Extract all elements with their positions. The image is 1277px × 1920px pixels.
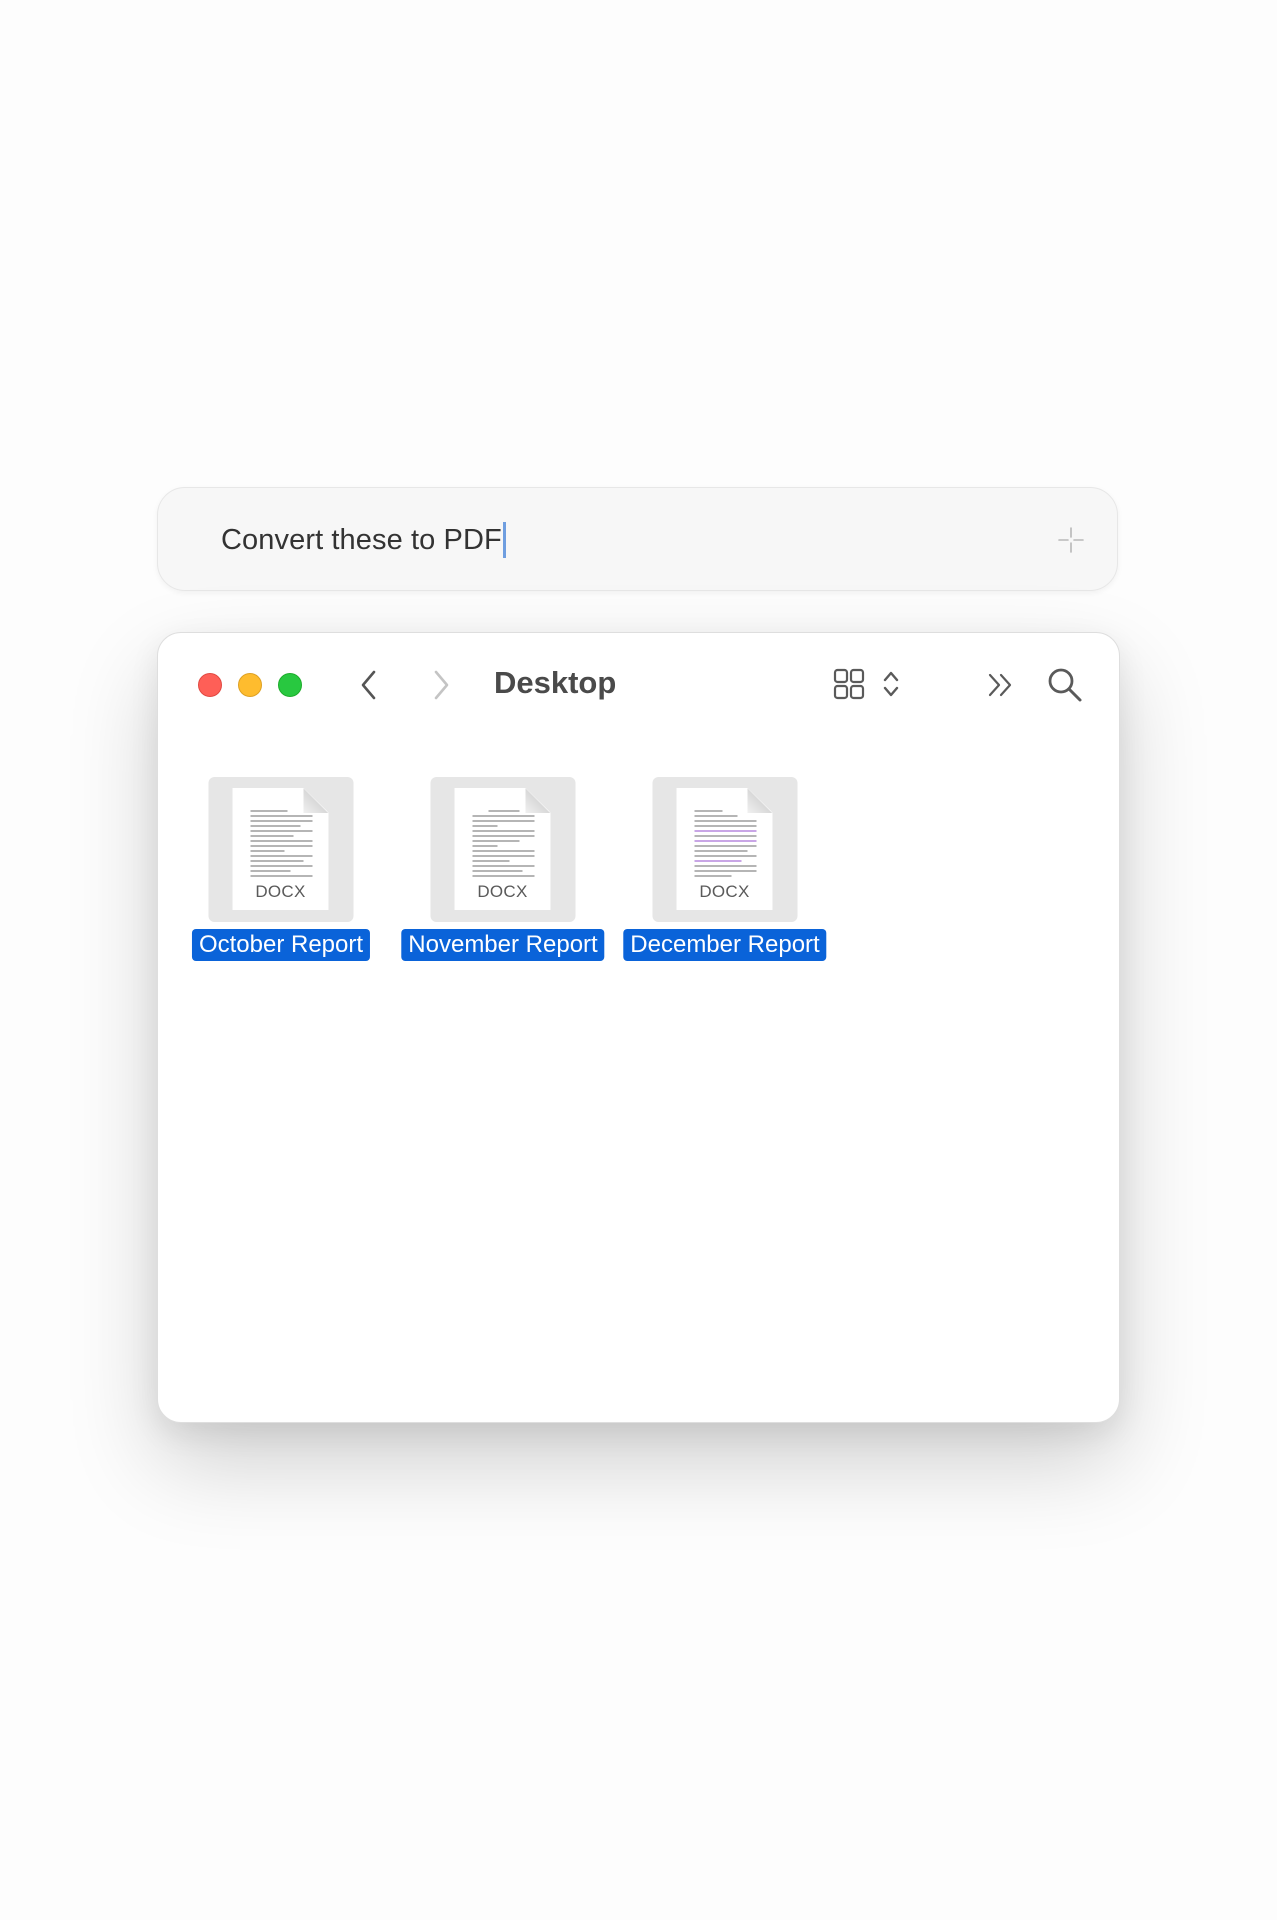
finder-window: Desktop DOCX October Report DOCX Novembe… xyxy=(157,632,1120,1423)
text-caret xyxy=(502,522,506,558)
page-text-lines xyxy=(250,810,313,880)
page-text-lines xyxy=(694,810,757,880)
file-name-label[interactable]: October Report xyxy=(191,929,371,961)
page-text-lines xyxy=(472,810,535,880)
page-fold-icon xyxy=(747,788,773,813)
prompt-bar[interactable]: Convert these to PDF xyxy=(157,487,1118,591)
file-item[interactable]: DOCX December Report xyxy=(620,777,830,967)
chevron-right-icon[interactable] xyxy=(430,668,452,702)
window-toolbar: Desktop xyxy=(158,633,1119,737)
prompt-text: Convert these to PDF xyxy=(221,523,502,556)
zoom-button[interactable] xyxy=(278,673,302,697)
file-name-label[interactable]: December Report xyxy=(623,929,827,961)
file-thumbnail[interactable]: DOCX xyxy=(652,777,798,922)
chevron-left-icon[interactable] xyxy=(358,668,380,702)
window-title: Desktop xyxy=(494,665,617,700)
file-thumbnail[interactable]: DOCX xyxy=(430,777,576,922)
double-chevron-right-icon[interactable] xyxy=(986,671,1016,699)
page-fold-icon xyxy=(525,788,551,813)
prompt-input[interactable]: Convert these to PDF xyxy=(221,522,506,558)
file-extension: DOCX xyxy=(477,882,528,901)
file-item[interactable]: DOCX October Report xyxy=(176,777,386,967)
sparkle-icon[interactable] xyxy=(1057,526,1085,554)
grid-view-icon[interactable] xyxy=(832,667,866,701)
stage: Convert these to PDF Desktop DOCX Octobe… xyxy=(0,0,1277,1920)
search-icon[interactable] xyxy=(1046,666,1084,704)
file-thumbnail[interactable]: DOCX xyxy=(208,777,354,922)
file-extension: DOCX xyxy=(255,882,306,901)
page-fold-icon xyxy=(303,788,329,813)
file-name-label[interactable]: November Report xyxy=(401,929,605,961)
close-button[interactable] xyxy=(198,673,222,697)
minimize-button[interactable] xyxy=(238,673,262,697)
file-extension: DOCX xyxy=(699,882,750,901)
up-down-chevron-icon[interactable] xyxy=(880,667,902,701)
file-item[interactable]: DOCX November Report xyxy=(398,777,608,967)
